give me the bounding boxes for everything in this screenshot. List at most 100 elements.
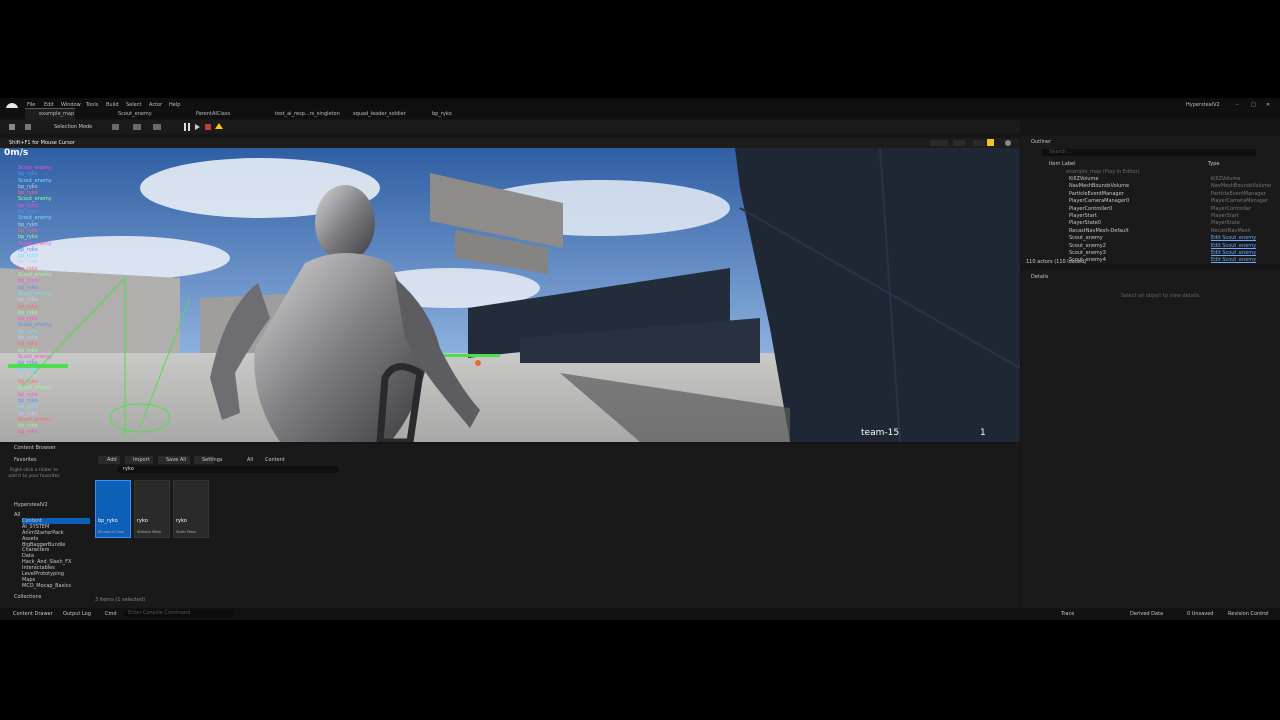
content-drawer-button[interactable]: Content Drawer [13, 611, 53, 617]
selection-mode-dropdown[interactable]: Selection Mode [45, 123, 95, 131]
outliner-row[interactable]: NavMeshBoundsVolume NavMeshBoundsVolume [1021, 183, 1280, 190]
item-count: 3 items (1 selected) [95, 597, 146, 603]
asset-tile[interactable]: ryko Skeletal Mesh [134, 480, 170, 538]
outliner-row-label: Scout_enemy [1069, 235, 1103, 242]
favorites-label[interactable]: Favorites [14, 457, 37, 463]
tab-example-map-label: example_map [39, 111, 75, 117]
outliner-row[interactable]: Scout_enemy3 Edit Scout_enemy [1021, 250, 1280, 257]
favorites-hint: Right-click a folder to add it to your f… [8, 468, 60, 479]
viewport-settings-icon[interactable] [1005, 140, 1011, 146]
outliner-row-label: PlayerCameraManager0 [1069, 198, 1130, 205]
eject-icon[interactable] [215, 123, 223, 129]
details-title: Details [1031, 274, 1049, 280]
asset-name: ryko [176, 518, 187, 524]
outliner-search-input[interactable]: Search... [1041, 149, 1256, 156]
outliner-col-type[interactable]: Type [1208, 161, 1219, 167]
settings-button[interactable]: Settings [194, 456, 223, 464]
trace-button[interactable]: Trace [1061, 611, 1074, 617]
cinematics-icon[interactable] [153, 124, 161, 130]
outliner-row-type: NavMeshBoundsVolume [1211, 183, 1272, 190]
level-viewport[interactable]: 0m/s Scout_enemy bp_ryko Scout_enemy bp_ryk… [0, 148, 1020, 442]
tab-test-ai[interactable]: test_ai_resp...rs_singleton [275, 111, 340, 117]
folder-tree-item[interactable]: MCO_Mocap_Basics [22, 583, 90, 589]
breadcrumb-all[interactable]: All [247, 457, 253, 463]
asset-tile[interactable]: bp_ryko Blueprint Class [95, 480, 131, 538]
outliner-map-row[interactable]: example_map (Play In Editor) [1066, 169, 1140, 175]
debug-marker [440, 354, 500, 357]
stop-button[interactable] [205, 124, 211, 130]
save-icon[interactable] [9, 124, 15, 130]
asset-type: Skeletal Mesh [137, 530, 162, 534]
save-all-button[interactable]: Save All [158, 456, 190, 464]
outliner-row-type: PlayerController [1211, 205, 1252, 212]
pause-icon[interactable] [184, 123, 190, 131]
blueprint-icon[interactable] [133, 124, 141, 130]
asset-tile[interactable]: ryko Static Mesh [173, 480, 209, 538]
revision-control-button[interactable]: Revision Control [1228, 611, 1269, 617]
document-tabs [0, 108, 1280, 120]
outliner-row-label: Scout_enemy3 [1069, 250, 1106, 256]
step-icon[interactable] [195, 124, 200, 130]
status-bar: Content Drawer Output Log Cmd Enter Cons… [0, 608, 1280, 620]
outliner-row-type[interactable]: Edit Scout_enemy [1211, 257, 1256, 263]
outliner-row[interactable]: PlayerController0 PlayerController [1021, 206, 1280, 213]
show-dropdown[interactable] [953, 140, 965, 146]
content-browser-title: Content Browser [14, 445, 56, 451]
details-panel: Details Select an object to view details… [1021, 271, 1280, 620]
camera-speed-readout: 0m/s [4, 148, 29, 158]
save-all-button-label: Save All [166, 457, 187, 463]
unreal-editor-window: File Edit Window Tools Build Select Acto… [0, 98, 1280, 620]
outliner-row-type: RecastNavMesh [1211, 227, 1251, 234]
selection-mode-label: Selection Mode [54, 124, 93, 130]
outliner-row-label: PlayerState0 [1069, 220, 1101, 227]
asset-search-input[interactable]: ryko [118, 466, 338, 473]
output-log-button[interactable]: Output Log [63, 611, 91, 617]
outliner-row-type[interactable]: Edit Scout_enemy [1211, 243, 1256, 249]
unsaved-button[interactable]: 0 Unsaved [1187, 611, 1213, 617]
project-label[interactable]: HyperstealV2 [14, 502, 48, 508]
menu-bar: File Edit Window Tools Build Select Acto… [0, 98, 1280, 115]
content-browser: Content Browser Add Import Save All Sett… [0, 444, 1020, 620]
outliner-row-label: KillZVolume [1069, 176, 1099, 182]
asset-type: Blueprint Class [98, 530, 125, 534]
camera-speed-button[interactable] [987, 139, 994, 146]
outliner-row[interactable]: ParticleEventManager ParticleEventManager [1021, 191, 1280, 198]
lit-dropdown[interactable] [930, 140, 948, 146]
derived-data-button[interactable]: Derived Data [1130, 611, 1163, 617]
cmd-dropdown[interactable]: Cmd [105, 611, 117, 617]
content-icon[interactable] [25, 124, 31, 130]
outliner-row-type: KillZVolume [1211, 176, 1241, 182]
outliner-row[interactable]: PlayerState0 PlayerState [1021, 220, 1280, 227]
outliner-row-type: ParticleEventManager [1211, 190, 1266, 197]
outliner-row[interactable]: Scout_enemy Edit Scout_enemy [1021, 235, 1280, 242]
hud-team-label: team-15 [861, 428, 900, 438]
viewport-header: Shift+F1 for Mouse Cursor [0, 138, 1020, 148]
debug-line-text: bp_ryko [18, 429, 38, 436]
grid-snap-icon[interactable] [973, 140, 985, 146]
outliner-row[interactable]: RecastNavMesh-Default RecastNavMesh [1021, 228, 1280, 235]
console-input[interactable]: Enter Console Command [124, 610, 234, 617]
add-button[interactable]: Add [98, 456, 120, 464]
tab-squad-leader[interactable]: squad_leader_soldier [353, 111, 406, 117]
collections-label[interactable]: Collections [14, 594, 41, 600]
import-button[interactable]: Import [125, 456, 153, 464]
outliner-row-type: PlayerCameraManager [1211, 198, 1269, 205]
outliner-row[interactable]: KillZVolume KillZVolume [1021, 176, 1280, 183]
outliner-row-label: NavMeshBoundsVolume [1069, 183, 1130, 190]
outliner-col-label[interactable]: Item Label [1049, 161, 1075, 167]
add-actor-icon[interactable] [112, 124, 119, 130]
outliner-row[interactable]: Scout_enemy2 Edit Scout_enemy [1021, 243, 1280, 250]
outliner-row[interactable]: PlayerStart PlayerStart [1021, 213, 1280, 220]
breadcrumb-content[interactable]: Content [265, 457, 285, 463]
outliner-row-type: PlayerState [1211, 220, 1240, 227]
asset-type: Static Mesh [176, 530, 197, 534]
tab-parent-ai-class[interactable]: ParentAIClass [196, 111, 230, 117]
outliner-row[interactable]: PlayerCameraManager0 PlayerCameraManager [1021, 198, 1280, 205]
tab-scout-enemy[interactable]: Scout_enemy [118, 111, 152, 117]
viewport-scene [0, 148, 1020, 442]
outliner-row-type[interactable]: Edit Scout_enemy [1211, 235, 1256, 241]
tab-bp-ryko[interactable]: bp_ryko [432, 111, 452, 117]
outliner-row-type[interactable]: Edit Scout_enemy [1211, 250, 1256, 256]
asset-name: ryko [137, 518, 148, 524]
outliner-row-type: PlayerStart [1211, 213, 1239, 219]
